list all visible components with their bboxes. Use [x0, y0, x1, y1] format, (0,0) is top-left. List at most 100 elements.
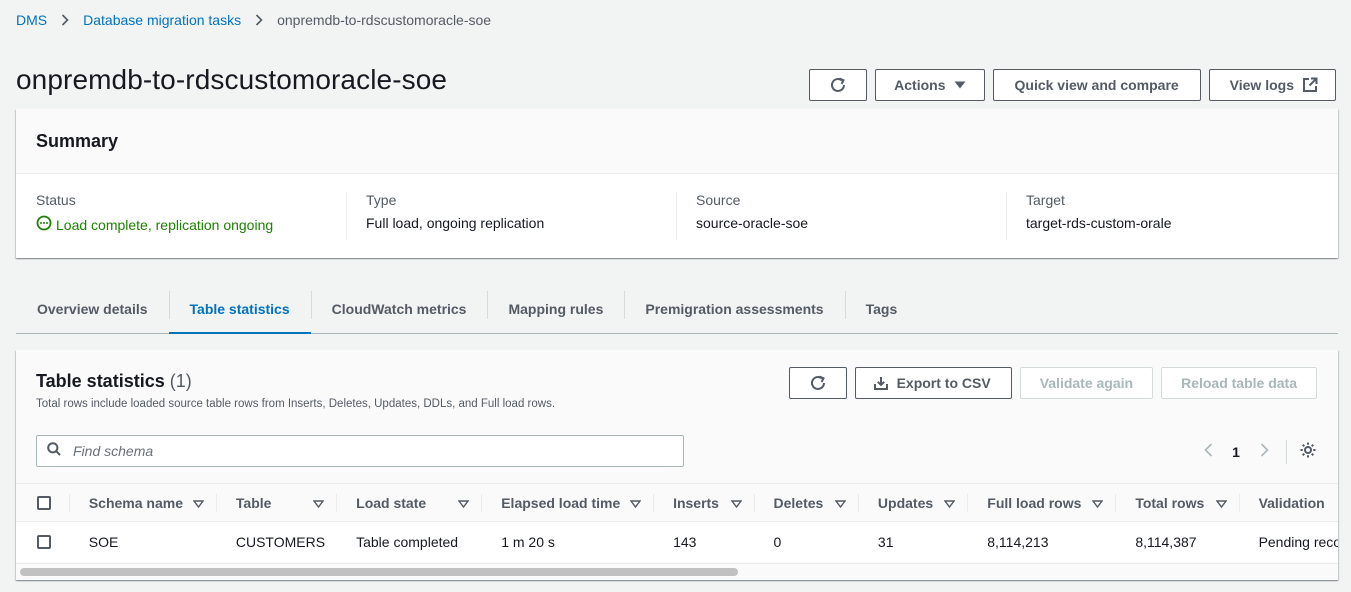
pager-divider	[1286, 440, 1287, 464]
panel-description: Total rows include loaded source table r…	[36, 398, 556, 410]
cell-full-load-rows: 8,114,213	[987, 534, 1049, 550]
pagination: 1	[1194, 440, 1317, 464]
cell-table: CUSTOMERS	[235, 534, 326, 550]
next-page-button[interactable]	[1250, 441, 1278, 463]
external-link-icon	[1302, 77, 1318, 93]
panel-title: Table statistics (1)	[36, 371, 192, 392]
export-csv-label: Export to CSV	[896, 375, 991, 391]
current-page-number[interactable]: 1	[1222, 444, 1250, 460]
preferences-button[interactable]	[1299, 441, 1317, 463]
column-header-validation[interactable]: Validation	[1238, 484, 1338, 521]
panel-title-text: Table statistics	[36, 371, 165, 391]
column-header-label: Schema name	[88, 494, 184, 511]
refresh-button[interactable]	[809, 69, 868, 101]
search-box	[36, 435, 684, 467]
quick-view-compare-button[interactable]: Quick view and compare	[992, 69, 1201, 101]
tab-cloudwatch-metrics[interactable]: CloudWatch metrics	[310, 284, 488, 333]
table-header-row: Schema name Table Load state Elapsed loa…	[16, 483, 1338, 522]
cell-validation: Pending records	[1258, 534, 1338, 550]
column-header-elapsed-load-time[interactable]: Elapsed load time	[481, 484, 653, 521]
column-header-full-load-rows[interactable]: Full load rows	[967, 484, 1115, 521]
actions-button[interactable]: Actions	[875, 69, 985, 101]
table-row[interactable]: SOE CUSTOMERS Table completed 1 m 20 s 1…	[16, 522, 1338, 562]
sort-caret-icon	[834, 495, 847, 511]
type-value: Full load, ongoing replication	[366, 215, 545, 231]
scrollbar-thumb[interactable]	[20, 568, 738, 576]
cell-elapsed-load-time: 1 m 20 s	[501, 534, 555, 550]
panel-actions: Export to CSV Validate again Reload tabl…	[788, 367, 1317, 399]
summary-body: Status Load complete, replication ongoin…	[16, 174, 1338, 240]
target-link[interactable]: target-rds-custom-orale	[1026, 215, 1336, 231]
summary-status: Status Load complete, replication ongoin…	[16, 192, 346, 234]
sort-caret-icon	[192, 495, 205, 511]
column-header-label: Updates	[877, 494, 934, 511]
sort-caret-icon	[312, 495, 325, 511]
column-header-updates[interactable]: Updates	[857, 484, 967, 521]
chevron-right-icon	[255, 14, 263, 26]
breadcrumb-dms[interactable]: DMS	[16, 12, 47, 28]
header-select-cell	[16, 484, 69, 521]
column-header-load-state[interactable]: Load state	[336, 484, 481, 521]
table-refresh-button[interactable]	[788, 367, 847, 399]
refresh-icon	[809, 374, 827, 392]
caret-down-icon	[954, 81, 966, 89]
find-schema-input[interactable]	[71, 442, 661, 460]
column-header-label: Deletes	[773, 494, 824, 511]
status-text: Load complete, replication ongoing	[56, 216, 274, 233]
panel-count: (1)	[169, 371, 192, 391]
cell-total-rows: 8,114,387	[1135, 534, 1197, 550]
cell-schema-name: SOE	[88, 534, 119, 550]
breadcrumb-database-migration-tasks[interactable]: Database migration tasks	[83, 12, 241, 28]
cell-updates: 31	[877, 534, 894, 550]
cell-load-state: Table completed	[356, 534, 459, 550]
tab-mapping-rules[interactable]: Mapping rules	[487, 284, 624, 333]
sort-caret-icon	[457, 495, 470, 511]
status-value: Load complete, replication ongoing	[36, 215, 346, 234]
header-actions: Actions Quick view and compare View logs	[809, 69, 1336, 101]
row-select-cell	[16, 522, 69, 562]
export-csv-button[interactable]: Export to CSV	[854, 367, 1012, 399]
tab-tags[interactable]: Tags	[844, 284, 919, 333]
row-checkbox[interactable]	[37, 535, 51, 549]
previous-page-button[interactable]	[1194, 441, 1222, 463]
reload-table-data-button[interactable]: Reload table data	[1161, 367, 1317, 399]
tab-premigration-assessments[interactable]: Premigration assessments	[624, 284, 844, 333]
column-header-inserts[interactable]: Inserts	[653, 484, 753, 521]
column-header-total-rows[interactable]: Total rows	[1115, 484, 1238, 521]
column-header-schema-name[interactable]: Schema name	[68, 484, 216, 521]
source-link[interactable]: source-oracle-soe	[696, 215, 1006, 231]
summary-title: Summary	[16, 109, 1338, 174]
download-icon	[873, 375, 889, 391]
column-header-table[interactable]: Table	[215, 484, 336, 521]
column-header-label: Total rows	[1135, 494, 1205, 511]
type-label: Type	[366, 192, 397, 208]
status-label: Status	[36, 192, 76, 208]
sort-caret-icon	[1215, 495, 1227, 511]
horizontal-scrollbar[interactable]	[16, 563, 1338, 580]
summary-source: Source source-oracle-soe	[676, 192, 1006, 240]
gear-icon	[1299, 441, 1317, 464]
column-header-deletes[interactable]: Deletes	[753, 484, 858, 521]
column-header-label: Table	[235, 494, 272, 511]
in-progress-icon	[36, 215, 52, 234]
view-logs-label: View logs	[1229, 77, 1294, 93]
sort-caret-icon	[730, 495, 742, 511]
select-all-checkbox[interactable]	[37, 495, 51, 510]
refresh-icon	[829, 76, 847, 94]
tab-bar: Overview details Table statistics CloudW…	[16, 284, 1338, 334]
column-header-label: Inserts	[673, 494, 719, 511]
summary-type: Type Full load, ongoing replication	[346, 192, 676, 240]
table-statistics-table: Schema name Table Load state Elapsed loa…	[16, 483, 1338, 562]
page-title: onpremdb-to-rdscustomoracle-soe	[16, 64, 448, 95]
tab-overview-details[interactable]: Overview details	[16, 284, 169, 333]
chevron-left-icon	[1203, 442, 1213, 462]
tab-table-statistics[interactable]: Table statistics	[168, 284, 311, 334]
validate-again-button[interactable]: Validate again	[1019, 367, 1154, 399]
sort-caret-icon	[943, 495, 956, 511]
column-header-label: Full load rows	[987, 494, 1082, 511]
view-logs-button[interactable]: View logs	[1208, 69, 1336, 101]
cell-deletes: 0	[773, 534, 782, 550]
chevron-right-icon	[1260, 442, 1269, 462]
sort-caret-icon	[1091, 495, 1104, 511]
cell-inserts: 143	[673, 534, 697, 550]
